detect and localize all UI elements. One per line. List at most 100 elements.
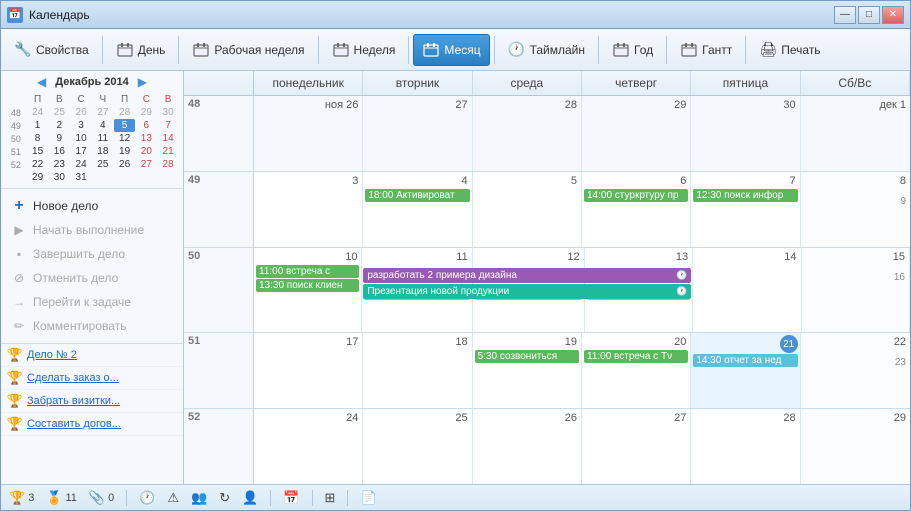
cal-day-nov26[interactable]: ноя 26	[254, 96, 363, 171]
finish-action[interactable]: ▪ Завершить дело	[5, 243, 179, 265]
mini-cal-day[interactable]: 15	[27, 145, 49, 158]
mini-cal-day[interactable]: 11	[92, 132, 114, 145]
mini-cal-day[interactable]: 9	[48, 132, 70, 145]
cal-day-25[interactable]: 25	[363, 409, 472, 484]
cal-day-14[interactable]: 14	[693, 248, 801, 332]
span-event-presentation[interactable]: Презентация новой продукции 🕐	[363, 284, 691, 299]
mini-cal-day[interactable]: 12	[114, 132, 136, 145]
task-item-1[interactable]: 🏆 Дело № 2	[1, 344, 183, 367]
cal-day-5[interactable]: 5	[473, 172, 582, 247]
mini-cal-day[interactable]: 27	[92, 106, 114, 119]
cal-day-20[interactable]: 20 11:00 встреча с Тν	[582, 333, 691, 408]
mini-cal-next[interactable]: ▶	[135, 75, 150, 89]
cal-day-nov29[interactable]: 29	[582, 96, 691, 171]
span-event-design[interactable]: разработать 2 примера дизайна 🕐	[363, 268, 691, 283]
cal-day-nov28[interactable]: 28	[473, 96, 582, 171]
month-button[interactable]: Месяц	[413, 34, 489, 66]
cancel-action[interactable]: ⊘ Отменить дело	[5, 267, 179, 289]
mini-cal-day[interactable]: 5	[114, 119, 136, 132]
mini-cal-day[interactable]: 16	[48, 145, 70, 158]
event-structure[interactable]: 14:00 стуркртуру пр	[584, 189, 688, 202]
mini-cal-day[interactable]: 22	[27, 158, 49, 171]
mini-cal-day[interactable]: 25	[92, 158, 114, 171]
mini-cal-prev[interactable]: ◀	[34, 75, 49, 89]
task-item-4[interactable]: 🏆 Составить догов...	[1, 413, 183, 436]
week-button[interactable]: Неделя	[323, 34, 405, 66]
mini-cal-day[interactable]: 23	[48, 158, 70, 171]
mini-cal-day[interactable]: 3	[70, 119, 92, 132]
cal-day-28[interactable]: 28	[691, 409, 800, 484]
mini-cal-day[interactable]: 31	[70, 171, 92, 184]
event-report-21[interactable]: 14:30 отчет за нед	[693, 354, 797, 367]
close-button[interactable]: ✕	[882, 6, 904, 24]
timeline-button[interactable]: 🕐 Таймлайн	[499, 34, 594, 66]
mini-cal-day[interactable]: 29	[135, 106, 157, 119]
mini-cal-day[interactable]: 28	[114, 106, 136, 119]
task-item-2[interactable]: 🏆 Сделать заказ о...	[1, 367, 183, 390]
cal-day-nov30[interactable]: 30	[691, 96, 800, 171]
event-search-10[interactable]: 13:30 поиск клиен	[256, 279, 359, 292]
cal-day-4[interactable]: 4 18:00 Активироват	[363, 172, 472, 247]
mini-cal-day[interactable]: 2	[48, 119, 70, 132]
cal-day-22[interactable]: 22 23	[801, 333, 910, 408]
year-button[interactable]: Год	[603, 34, 662, 66]
task-item-3[interactable]: 🏆 Забрать визитки...	[1, 390, 183, 413]
cal-day-nov27[interactable]: 27	[363, 96, 472, 171]
mini-cal-day[interactable]: 30	[157, 106, 179, 119]
mini-cal-day[interactable]	[114, 171, 136, 184]
event-activate[interactable]: 18:00 Активироват	[365, 189, 469, 202]
mini-cal-day[interactable]: 29	[27, 171, 49, 184]
event-meeting-20[interactable]: 11:00 встреча с Тν	[584, 350, 688, 363]
mini-cal-day[interactable]: 14	[157, 132, 179, 145]
cal-day-27[interactable]: 27	[582, 409, 691, 484]
mini-cal-day[interactable]: 24	[27, 106, 49, 119]
maximize-button[interactable]: □	[858, 6, 880, 24]
mini-cal-day[interactable]: 26	[114, 158, 136, 171]
cal-day-18[interactable]: 18	[363, 333, 472, 408]
mini-cal-day[interactable]: 21	[157, 145, 179, 158]
cal-day-dec1[interactable]: дек 1	[801, 96, 910, 171]
gantt-button[interactable]: Гантт	[671, 34, 741, 66]
properties-button[interactable]: 🔧 Свойства	[5, 34, 98, 66]
mini-cal-day[interactable]: 18	[92, 145, 114, 158]
cal-day-29[interactable]: 29	[801, 409, 910, 484]
print-button[interactable]: 🖨 Печать	[750, 34, 829, 66]
event-call-19[interactable]: 5:30 созвониться	[475, 350, 579, 363]
workweek-button[interactable]: Рабочая неделя	[183, 34, 313, 66]
minimize-button[interactable]: —	[834, 6, 856, 24]
mini-cal-day[interactable]: 7	[157, 119, 179, 132]
cal-day-3[interactable]: 3	[254, 172, 363, 247]
mini-cal-day[interactable]: 10	[70, 132, 92, 145]
mini-cal-day[interactable]: 19	[114, 145, 136, 158]
event-search-info[interactable]: 12:30 поиск инфор	[693, 189, 797, 202]
mini-cal-day[interactable]: 26	[70, 106, 92, 119]
mini-cal-day[interactable]	[135, 171, 157, 184]
mini-cal-day[interactable]: 30	[48, 171, 70, 184]
mini-cal-day[interactable]	[157, 171, 179, 184]
mini-cal-day[interactable]: 13	[135, 132, 157, 145]
cal-day-24[interactable]: 24	[254, 409, 363, 484]
cal-day-26[interactable]: 26	[473, 409, 582, 484]
mini-cal-day[interactable]: 20	[135, 145, 157, 158]
cal-day-17[interactable]: 17	[254, 333, 363, 408]
event-meeting-10[interactable]: 11:00 встреча с	[256, 265, 359, 278]
cal-day-21[interactable]: 21 14:30 отчет за нед	[691, 333, 800, 408]
mini-cal-day[interactable]: 6	[135, 119, 157, 132]
goto-action[interactable]: → Перейти к задаче	[5, 291, 179, 313]
start-action[interactable]: ▶ Начать выполнение	[5, 219, 179, 241]
cal-day-8[interactable]: 8 9	[801, 172, 910, 247]
mini-cal-day[interactable]: 1	[27, 119, 49, 132]
cal-day-15[interactable]: 15 16	[802, 248, 910, 332]
mini-cal-day[interactable]: 24	[70, 158, 92, 171]
cal-day-10[interactable]: 10 11:00 встреча с 13:30 поиск клиен	[254, 248, 362, 332]
cal-day-6[interactable]: 6 14:00 стуркртуру пр	[582, 172, 691, 247]
cal-day-19[interactable]: 19 5:30 созвониться	[473, 333, 582, 408]
mini-cal-day[interactable]: 17	[70, 145, 92, 158]
mini-cal-day[interactable]: 28	[157, 158, 179, 171]
comment-action[interactable]: ✏ Комментировать	[5, 315, 179, 337]
mini-cal-day[interactable]	[92, 171, 114, 184]
mini-cal-day[interactable]: 4	[92, 119, 114, 132]
new-task-action[interactable]: + Новое дело	[5, 195, 179, 217]
mini-cal-day[interactable]: 25	[48, 106, 70, 119]
mini-cal-day[interactable]: 8	[27, 132, 49, 145]
